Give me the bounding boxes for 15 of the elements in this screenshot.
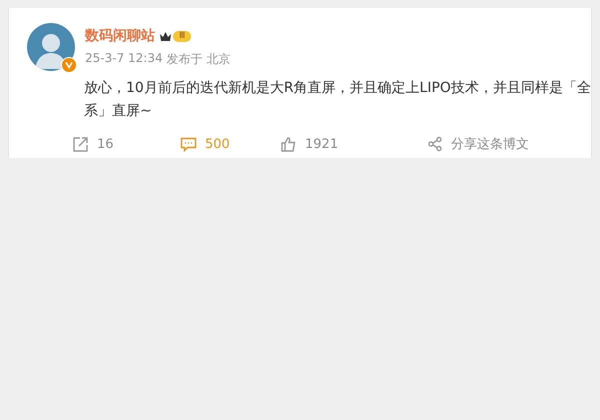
share-button[interactable]: 分享这条博文 bbox=[427, 135, 529, 153]
repost-icon bbox=[72, 136, 89, 152]
comment-button[interactable]: 500 bbox=[180, 135, 280, 153]
crown-icon bbox=[159, 30, 172, 42]
thumbs-up-icon bbox=[280, 136, 297, 152]
like-button[interactable]: 1921 bbox=[280, 135, 427, 153]
repost-button[interactable]: 16 bbox=[72, 135, 180, 153]
post-location: 发布于 北京 bbox=[166, 51, 230, 68]
author-name[interactable]: 数码闲聊站 bbox=[85, 27, 155, 45]
share-icon bbox=[427, 136, 443, 152]
comment-icon bbox=[180, 136, 197, 152]
avatar[interactable] bbox=[27, 23, 75, 71]
level-badge: Ⅲ bbox=[173, 30, 192, 42]
post-text: 放心，10月前后的迭代新机是大R角直屏，并且确定上LIPO技术，并且同样是「全系」直屏~ bbox=[84, 79, 592, 121]
post-time: 25-3-7 12:34 bbox=[85, 51, 163, 67]
